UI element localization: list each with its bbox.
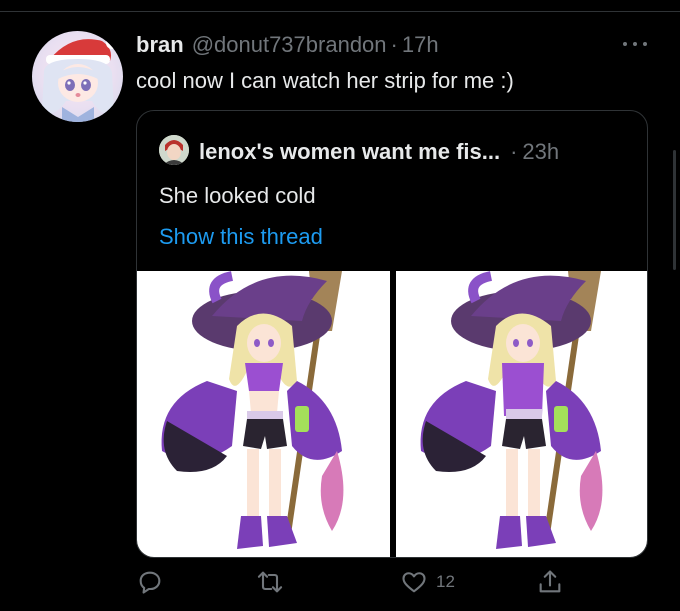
user-handle[interactable]: @donut737brandon <box>192 32 387 58</box>
witch-illustration-right <box>420 271 603 549</box>
like-button[interactable]: 12 <box>400 568 455 596</box>
reply-icon <box>139 571 161 594</box>
tweet-header: bran @donut737brandon · 17h <box>136 32 439 58</box>
quoted-header: lenox's women want me fis... · 23h <box>199 139 559 165</box>
top-divider <box>0 11 680 12</box>
media-image-left[interactable] <box>137 271 390 557</box>
separator-dot: · <box>390 32 398 57</box>
heart-icon <box>402 572 426 593</box>
avatar[interactable] <box>32 31 123 122</box>
media-grid <box>137 271 647 557</box>
quoted-avatar-image <box>159 135 189 165</box>
display-name[interactable]: bran <box>136 32 184 58</box>
witch-illustration-left <box>161 271 344 549</box>
timestamp[interactable]: 17h <box>402 32 439 58</box>
quoted-separator-dot: · <box>510 139 518 164</box>
more-options-icon[interactable] <box>623 34 647 54</box>
retweet-icon <box>257 571 283 593</box>
show-thread-link[interactable]: Show this thread <box>159 224 323 250</box>
media-image-right[interactable] <box>396 271 647 557</box>
share-icon <box>539 570 561 593</box>
share-button[interactable] <box>536 568 564 596</box>
quoted-display-name[interactable]: lenox's women want me fis... <box>199 139 500 165</box>
quoted-avatar[interactable] <box>159 135 189 165</box>
tweet-view: bran @donut737brandon · 17h cool now I c… <box>0 0 680 611</box>
quoted-timestamp[interactable]: 23h <box>522 139 559 165</box>
reply-button[interactable] <box>136 568 164 596</box>
quoted-text: She looked cold <box>159 183 316 208</box>
tweet-text: cool now I can watch her strip for me :) <box>136 68 514 93</box>
scrollbar[interactable] <box>673 150 676 270</box>
like-count: 12 <box>436 572 455 591</box>
retweet-button[interactable] <box>256 568 284 596</box>
tweet-actions: 12 <box>136 568 636 602</box>
avatar-image <box>42 37 118 122</box>
quoted-tweet-card[interactable]: lenox's women want me fis... · 23h She l… <box>136 110 648 558</box>
